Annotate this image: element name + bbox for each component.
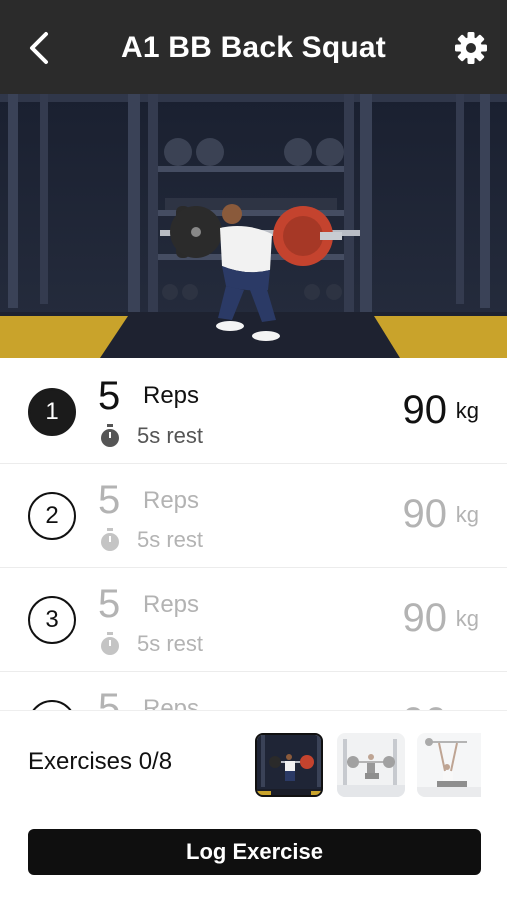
reps-label: Reps (143, 382, 200, 409)
stopwatch-icon (101, 424, 119, 447)
top-bar: A1 BB Back Squat (0, 0, 507, 94)
set-row[interactable]: 3 5 Reps 5s rest 90 kg (0, 568, 507, 672)
exercise-thumbnail-3[interactable] (417, 733, 481, 797)
press-thumbnail-image (417, 733, 481, 797)
squat-video-frame (0, 94, 507, 358)
set-row[interactable]: 4 5 Reps 90 kg (0, 672, 507, 710)
rest-label[interactable]: 5s rest (137, 423, 203, 449)
set-number-badge: 4 (28, 700, 76, 710)
chevron-left-icon (30, 32, 48, 64)
reps-label: Reps (143, 695, 200, 710)
rest-label[interactable]: 5s rest (137, 631, 203, 657)
back-button[interactable] (22, 28, 56, 68)
weight-unit: kg (455, 606, 479, 631)
lift-thumbnail-image (337, 733, 405, 797)
weight-value[interactable]: 90 (403, 596, 448, 640)
reps-value[interactable]: 5 (98, 478, 120, 522)
squat-thumbnail-image (257, 735, 321, 795)
gear-icon (455, 32, 487, 64)
reps-value[interactable]: 5 (98, 686, 120, 710)
set-number-badge: 3 (28, 596, 76, 644)
app-screen: A1 BB Back Squat 1 5 Reps 5s rest 90 kg … (0, 0, 507, 900)
set-row[interactable]: 1 5 Reps 5s rest 90 kg (0, 358, 507, 464)
weight-unit: kg (455, 502, 479, 527)
weight-value[interactable]: 90 (403, 492, 448, 536)
set-row[interactable]: 2 5 Reps 5s rest 90 kg (0, 464, 507, 568)
page-title: A1 BB Back Squat (121, 31, 386, 64)
exercise-footer: Exercises 0/8 Log Exercise (0, 710, 507, 900)
sets-list: 1 5 Reps 5s rest 90 kg 2 5 Reps 5s rest … (0, 358, 507, 710)
log-exercise-button[interactable]: Log Exercise (28, 829, 481, 875)
reps-label: Reps (143, 591, 200, 618)
exercise-thumbnail-1[interactable] (255, 733, 323, 797)
reps-value[interactable]: 5 (98, 374, 120, 418)
reps-value[interactable]: 5 (98, 582, 120, 626)
exercise-thumbnail-2[interactable] (337, 733, 405, 797)
settings-button[interactable] (453, 30, 489, 66)
set-number-badge: 2 (28, 492, 76, 540)
set-number-badge: 1 (28, 388, 76, 436)
rest-label[interactable]: 5s rest (137, 527, 203, 553)
stopwatch-icon (101, 632, 119, 655)
reps-label: Reps (143, 487, 200, 514)
exercises-progress-label: Exercises 0/8 (28, 748, 173, 775)
exercise-video[interactable] (0, 94, 507, 358)
weight-value[interactable]: 90 (403, 388, 448, 432)
stopwatch-icon (101, 528, 119, 551)
weight-value[interactable]: 90 (403, 700, 448, 710)
weight-unit: kg (455, 398, 479, 423)
